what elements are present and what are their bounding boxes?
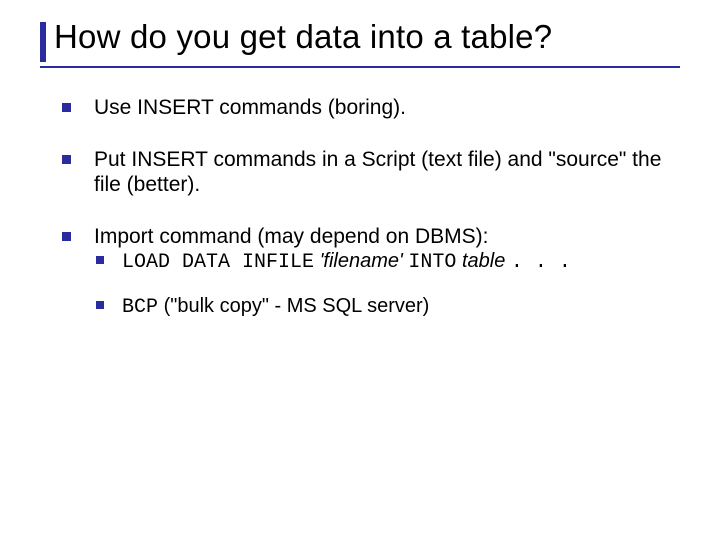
bullet-text: Use INSERT commands (boring).	[94, 96, 406, 119]
slide-body: Use INSERT commands (boring). Put INSERT…	[60, 95, 670, 346]
title-accent-bar	[40, 22, 46, 62]
list-item: Use INSERT commands (boring).	[60, 95, 670, 121]
list-item: Put INSERT commands in a Script (text fi…	[60, 147, 670, 198]
list-item: Import command (may depend on DBMS): LOA…	[60, 224, 670, 320]
code-text: INTO	[408, 251, 456, 274]
italic-text: 'filename'	[320, 250, 403, 272]
sub-bullet-list: LOAD DATA INFILE 'filename' INTO table .…	[94, 249, 670, 320]
bullet-text: Import command (may depend on DBMS):	[94, 225, 489, 248]
list-item: BCP ("bulk copy" - MS SQL server)	[94, 294, 670, 320]
title-underline	[40, 66, 680, 68]
italic-text: table	[462, 250, 505, 272]
code-text: LOAD DATA INFILE	[122, 251, 314, 274]
slide-title: How do you get data into a table?	[54, 18, 680, 56]
title-area: How do you get data into a table?	[40, 18, 680, 56]
slide: How do you get data into a table? Use IN…	[0, 0, 720, 540]
list-item: LOAD DATA INFILE 'filename' INTO table .…	[94, 249, 670, 275]
code-text: . . .	[511, 251, 571, 274]
bullet-text: ("bulk copy" - MS SQL server)	[158, 295, 429, 317]
code-text: BCP	[122, 296, 158, 319]
bullet-text: Put INSERT commands in a Script (text fi…	[94, 148, 661, 197]
bullet-list: Use INSERT commands (boring). Put INSERT…	[60, 95, 670, 320]
